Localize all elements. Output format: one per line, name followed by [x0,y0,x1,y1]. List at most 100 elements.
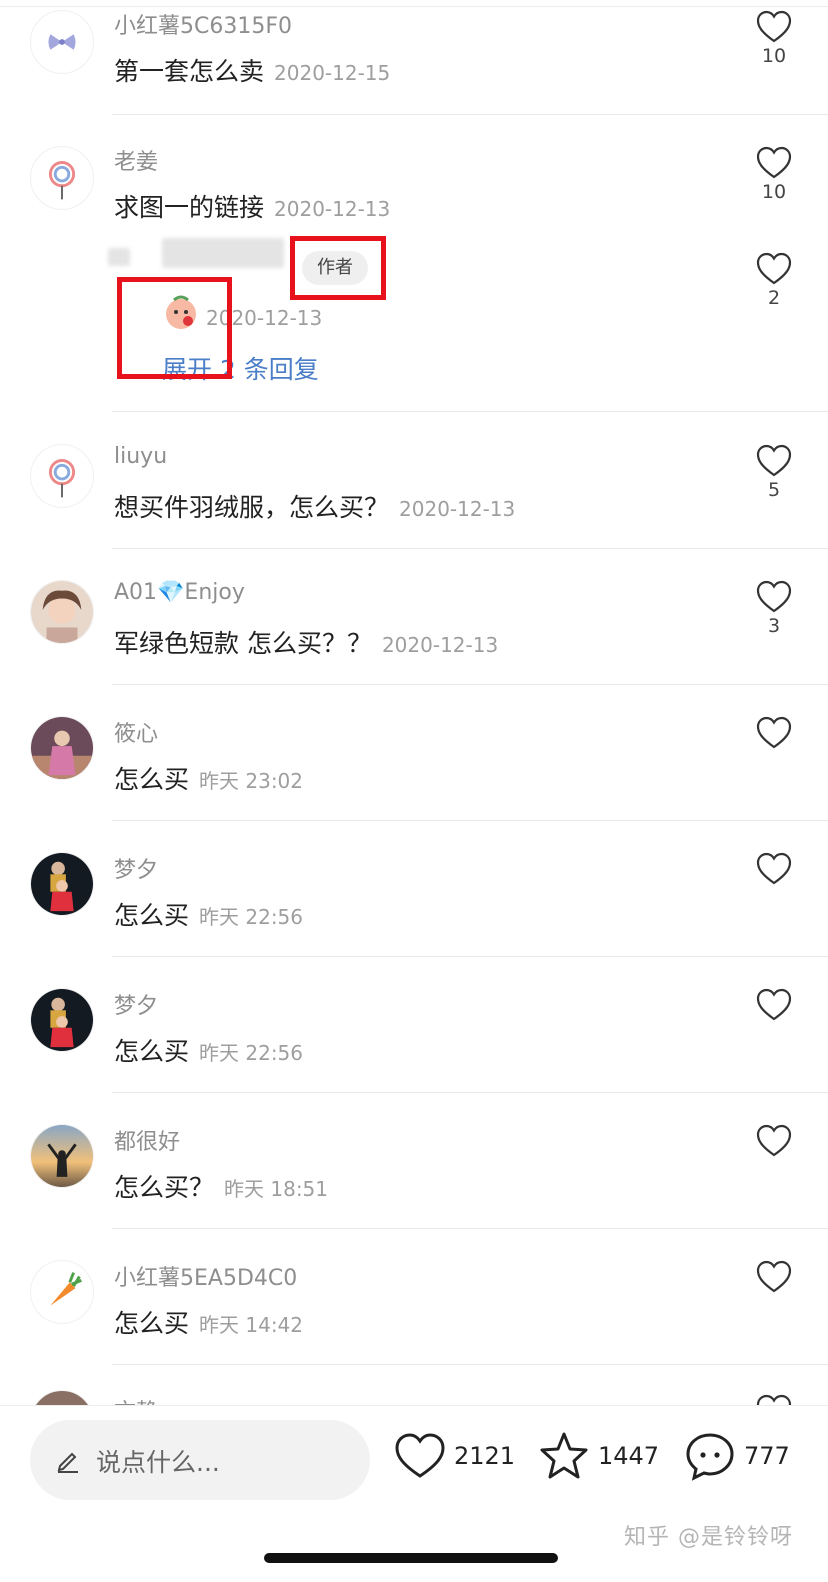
comment-date: 2020-12-13 [274,197,391,221]
comment-username[interactable]: 筱心 [114,716,158,748]
like-count: 2 [767,287,781,309]
like-count [752,751,796,775]
like-button[interactable] [752,852,796,911]
like-button[interactable]: 2 [752,252,796,311]
highlight-box-author [290,236,386,300]
avatar[interactable] [30,444,94,508]
comment-body: 怎么买？ 昨天 18:51 [114,1168,328,1204]
like-button[interactable]: 5 [752,444,796,503]
comment-body: 想买件羽绒服，怎么买？ 2020-12-13 [114,488,515,524]
bottom-action-bar: 说点什么... 2121 1447 777 知乎 @是铃铃呀 [0,1405,828,1582]
like-count: 10 [761,181,787,203]
comment-username[interactable]: 梦夕 [114,852,158,884]
divider [112,411,828,412]
highlight-box-sticker [117,277,232,379]
heart-icon [756,716,792,749]
pencil-icon [57,1452,78,1473]
heart-icon [756,1124,792,1157]
blurred-username [162,238,284,268]
heart-icon [756,252,792,285]
divider [112,1228,828,1229]
avatar[interactable] [30,580,94,644]
divider [112,956,828,957]
comment-text: 怎么买 [114,765,190,794]
comment-username[interactable]: 小红薯5C6315F0 [114,8,292,40]
comment-date: 昨天 22:56 [199,1041,304,1065]
divider [112,1092,828,1093]
like-count [752,1295,796,1319]
like-count: 10 [761,45,787,67]
like-count [752,1023,796,1047]
like-button[interactable] [752,716,796,775]
comment-text: 怎么买 [114,901,190,930]
divider [112,548,828,549]
like-button[interactable]: 10 [752,146,796,205]
like-count: 3 [767,615,781,637]
avatar[interactable] [30,10,94,74]
like-button[interactable] [752,1260,796,1319]
star-icon [540,1432,588,1479]
like-count: 5 [767,479,781,501]
comment-body: 第一套怎么卖 2020-12-15 [114,52,390,88]
comment-text: 第一套怎么卖 [114,57,265,86]
comment-date: 昨天 23:02 [199,769,304,793]
heart-icon [756,1260,792,1293]
heart-icon [756,580,792,613]
avatar[interactable] [30,1124,94,1188]
like-button[interactable]: 10 [752,10,796,69]
avatar[interactable] [30,716,94,780]
comment-username[interactable]: 老姜 [114,144,158,176]
comment-text: 怎么买 [114,1309,190,1338]
like-button[interactable] [752,1124,796,1183]
heart-icon [756,988,792,1021]
home-indicator[interactable] [264,1553,558,1563]
heart-icon [756,1394,792,1405]
comment-input-placeholder: 说点什么... [96,1448,220,1477]
like-button[interactable] [752,988,796,1047]
comment-body: 怎么买 昨天 22:56 [114,896,303,932]
comment-date: 2020-12-13 [381,633,499,657]
like-count [752,1159,796,1183]
like-button[interactable]: 3 [752,580,796,639]
like-button[interactable] [752,1394,796,1405]
comment-text: 怎么买？ [114,1173,215,1202]
divider [112,1364,828,1365]
comment-date: 昨天 18:51 [224,1177,329,1201]
comment-date: 2020-12-13 [399,497,516,521]
heart-icon [756,444,792,477]
avatar[interactable] [30,1390,94,1405]
like-total: 2121 [454,1442,516,1470]
watermark: 知乎 @是铃铃呀 [624,1525,793,1550]
divider [112,114,828,115]
avatar[interactable] [30,146,94,210]
comment-body: 怎么买 昨天 23:02 [114,760,303,796]
comment-total: 777 [744,1442,790,1470]
comment-username[interactable]: 梦夕 [114,988,158,1020]
comment-username[interactable]: 小红薯5EA5D4C0 [114,1260,297,1292]
collect-total: 1447 [598,1442,660,1470]
divider [112,820,828,821]
comment-feed[interactable]: 小红薯5C6315F0 第一套怎么卖 2020-12-15 10 老姜 求图一的链… [0,0,828,1405]
comment-body: 怎么买 昨天 14:42 [114,1304,303,1340]
comment-text: 军绿色短款 怎么买？？ [114,629,372,658]
heart-icon [756,146,792,179]
comment-date: 2020-12-15 [274,61,391,85]
blurred-username [108,248,130,266]
comment-username[interactable]: liuyu [114,444,167,469]
avatar[interactable] [30,852,94,916]
comment-text: 求图一的链接 [114,193,265,222]
heart-icon [756,852,792,885]
comment-text: 怎么买 [114,1037,190,1066]
divider [112,684,828,685]
comment-username[interactable]: 都很好 [114,1124,180,1156]
heart-icon [395,1433,445,1478]
comment-text: 想买件羽绒服，怎么买？ [114,493,390,522]
avatar[interactable] [30,1260,94,1324]
comment-date: 昨天 22:56 [199,905,304,929]
comment-username[interactable]: A01💎Enjoy [114,580,245,605]
comment-date: 昨天 14:42 [199,1313,304,1337]
comment-username[interactable]: 文静 [114,1394,158,1405]
avatar[interactable] [30,988,94,1052]
comment-body: 怎么买 昨天 22:56 [114,1032,303,1068]
comment-input[interactable]: 说点什么... [30,1420,370,1500]
